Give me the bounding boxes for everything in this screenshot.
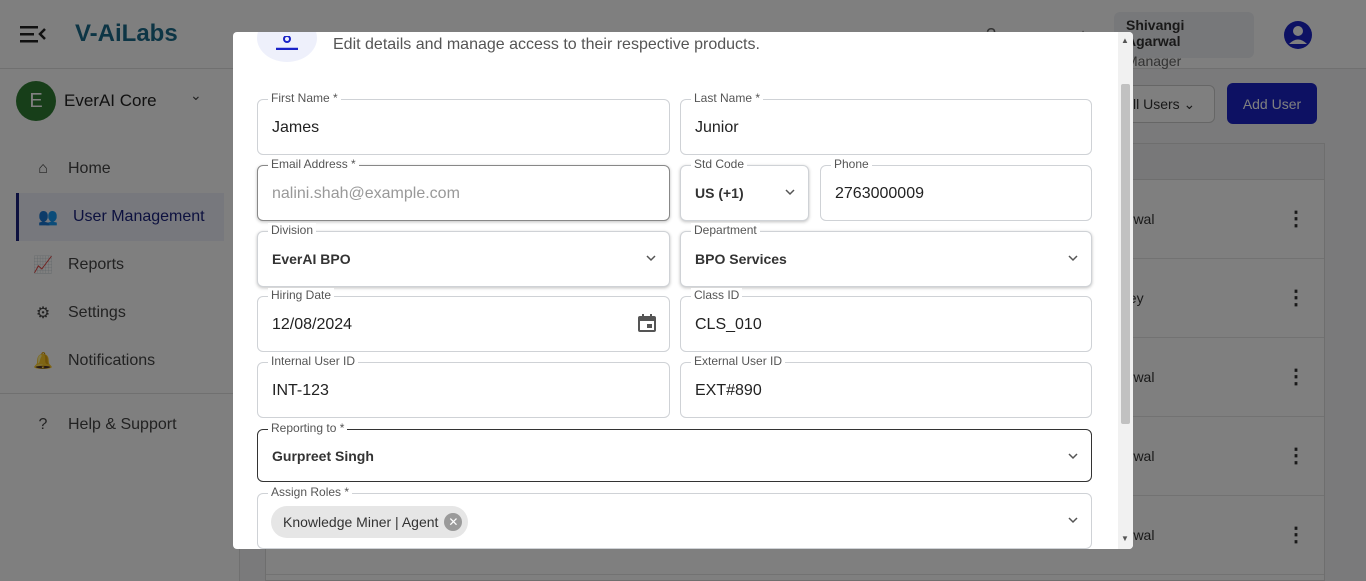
field-label: Std Code — [691, 157, 748, 171]
modal-scrollbar[interactable]: ▲ ▼ — [1118, 32, 1133, 549]
first-name-field[interactable]: First Name * James — [257, 91, 670, 155]
chevron-down-icon — [785, 189, 795, 196]
email-field[interactable]: Email Address * nalini.shah@example.com — [257, 157, 670, 221]
close-icon[interactable]: ✕ — [444, 513, 463, 531]
field-value: Junior — [695, 119, 739, 136]
field-placeholder: nalini.shah@example.com — [272, 185, 460, 202]
department-select[interactable]: Department BPO Services — [680, 223, 1092, 287]
last-name-field[interactable]: Last Name * Junior — [680, 91, 1092, 155]
field-label: Hiring Date — [268, 288, 335, 302]
scroll-thumb[interactable] — [1121, 84, 1130, 424]
chip-label: Knowledge Miner | Agent — [283, 514, 439, 530]
field-value: US (+1) — [695, 185, 744, 201]
field-label: Last Name * — [691, 91, 764, 105]
chevron-down-icon — [646, 255, 656, 262]
calendar-icon[interactable] — [637, 313, 657, 333]
internal-user-id-field[interactable]: Internal User ID INT-123 — [257, 354, 670, 418]
field-label: Reporting to * — [268, 421, 348, 435]
field-value: James — [272, 119, 320, 136]
chevron-down-icon — [1068, 255, 1078, 262]
field-label: Internal User ID — [268, 354, 359, 368]
phone-field[interactable]: Phone 2763000009 — [820, 157, 1092, 221]
field-value: 12/08/2024 — [272, 316, 353, 333]
field-label: Department — [691, 223, 760, 237]
field-label: External User ID — [691, 354, 786, 368]
field-value: 2763000009 — [835, 185, 924, 202]
field-label: Assign Roles * — [268, 485, 353, 499]
field-value: EXT#890 — [695, 382, 762, 399]
field-label: Phone — [831, 157, 872, 171]
assign-roles-select[interactable]: Assign Roles * Knowledge Miner | Agent ✕ — [257, 485, 1092, 549]
hiring-date-field[interactable]: Hiring Date 12/08/2024 — [257, 288, 670, 352]
role-chip: Knowledge Miner | Agent ✕ — [271, 506, 469, 538]
chevron-down-icon — [1068, 517, 1078, 524]
chevron-down-icon — [1068, 453, 1078, 460]
scroll-down-icon[interactable]: ▼ — [1121, 534, 1129, 543]
field-label: First Name * — [268, 91, 341, 105]
edit-user-modal: Edit details and manage access to their … — [233, 32, 1133, 549]
field-value: BPO Services — [695, 251, 787, 267]
user-edit-icon — [257, 32, 317, 62]
field-label: Class ID — [691, 288, 743, 302]
field-value: EverAI BPO — [272, 251, 351, 267]
scroll-up-icon[interactable]: ▲ — [1121, 36, 1129, 45]
modal-subtitle: Edit details and manage access to their … — [333, 36, 760, 53]
external-user-id-field[interactable]: External User ID EXT#890 — [680, 354, 1092, 418]
field-label: Division — [268, 223, 317, 237]
reporting-to-select[interactable]: Reporting to * Gurpreet Singh — [257, 421, 1092, 482]
class-id-field[interactable]: Class ID CLS_010 — [680, 288, 1092, 352]
field-value: Gurpreet Singh — [272, 448, 374, 464]
division-select[interactable]: Division EverAI BPO — [257, 223, 670, 287]
field-value: CLS_010 — [695, 316, 762, 333]
std-code-select[interactable]: Std Code US (+1) — [680, 157, 809, 221]
field-label: Email Address * — [268, 157, 359, 171]
field-value: INT-123 — [272, 382, 329, 399]
